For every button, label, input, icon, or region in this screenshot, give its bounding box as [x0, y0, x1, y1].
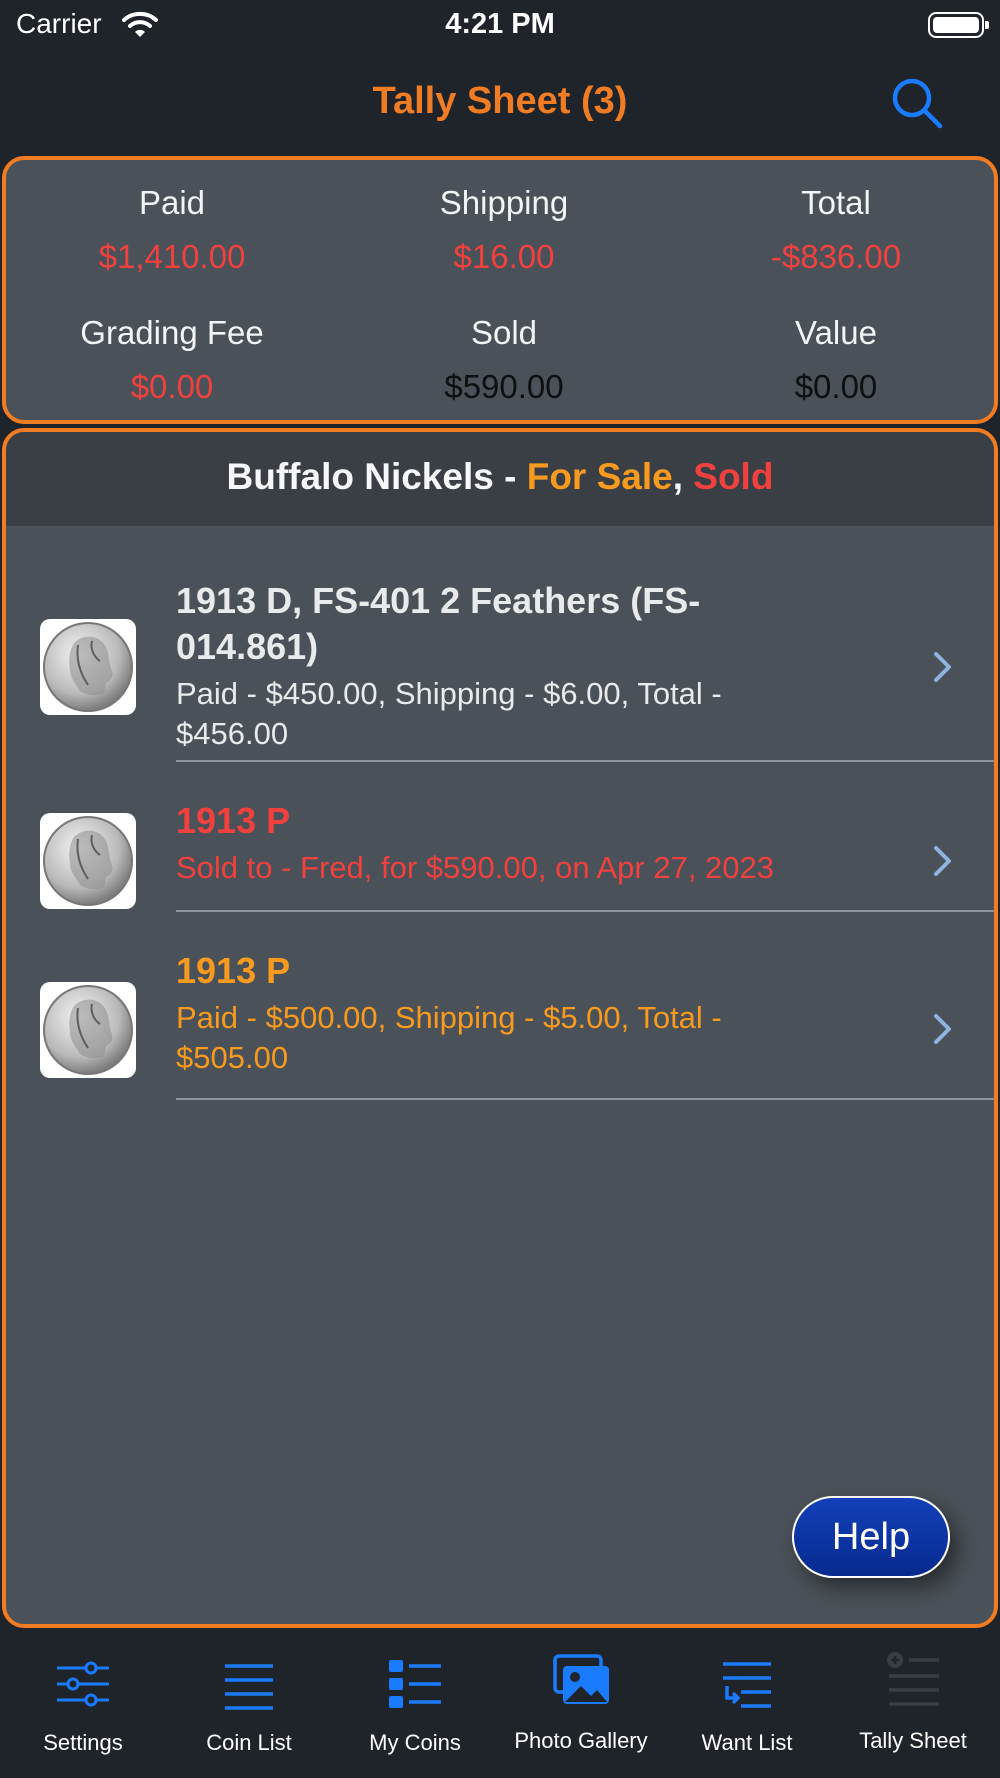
coin-list-panel: Buffalo Nickels - For Sale, Sold 1913 D,… [2, 428, 998, 1628]
list-item[interactable]: 1913 P Sold to - Fred, for $590.00, on A… [6, 762, 994, 912]
status-bar: Carrier 4:21 PM [0, 0, 1000, 52]
sold-label: Sold [470, 314, 538, 351]
tab-coin-list[interactable]: Coin List [166, 1630, 332, 1778]
shipping-label: Shipping [439, 184, 569, 221]
tab-want-list[interactable]: Want List [664, 1630, 830, 1778]
tab-label: Want List [701, 1730, 793, 1755]
sold-summary: Sold $590.00 [338, 314, 670, 406]
sold-value: $590.00 [444, 368, 564, 405]
for-sale-legend: For Sale [526, 456, 673, 497]
tab-settings[interactable]: Settings [0, 1630, 166, 1778]
total-value: -$836.00 [770, 238, 902, 275]
total-label: Total [801, 184, 871, 221]
coin-title: 1913 D, FS-401 2 Feathers (FS-014.861) [176, 580, 701, 667]
tab-photo-gallery[interactable]: Photo Gallery [498, 1630, 664, 1778]
list-item[interactable]: 1913 D, FS-401 2 Feathers (FS-014.861) P… [6, 526, 994, 762]
value-label: Value [795, 314, 877, 351]
tab-label: Tally Sheet [859, 1728, 967, 1753]
shipping-summary: Shipping $16.00 [338, 184, 670, 276]
want-list-icon [723, 1662, 771, 1708]
coin-detail: Paid - $500.00, Shipping - $5.00, Total … [176, 1000, 722, 1075]
photos-icon [553, 1654, 609, 1704]
section-header: Buffalo Nickels - For Sale, Sold [6, 432, 994, 526]
section-name: Buffalo Nickels [226, 456, 494, 497]
paid-summary: Paid $1,410.00 [6, 184, 338, 276]
grading-fee-value: $0.00 [130, 368, 214, 405]
value-summary: Value $0.00 [670, 314, 1000, 406]
tab-tally-sheet[interactable]: Tally Sheet [830, 1630, 996, 1778]
value-value: $0.00 [794, 368, 878, 405]
coin-thumbnail [40, 982, 136, 1078]
tab-label: Settings [43, 1730, 123, 1755]
grading-fee-label: Grading Fee [80, 314, 264, 351]
coin-thumbnail [40, 619, 136, 715]
chevron-right-icon [934, 652, 951, 682]
shipping-value: $16.00 [453, 238, 555, 275]
list-item[interactable]: 1913 P Paid - $500.00, Shipping - $5.00,… [6, 912, 994, 1100]
chevron-right-icon [934, 1014, 951, 1044]
row-text: 1913 P Sold to - Fred, for $590.00, on A… [176, 798, 896, 888]
tab-bar: Settings Coin List My Coins Photo Galler… [0, 1630, 1000, 1778]
list-icon [225, 1664, 273, 1710]
search-icon[interactable] [888, 74, 944, 130]
tab-label: Photo Gallery [514, 1728, 648, 1753]
chevron-right-icon [934, 846, 951, 876]
grid-list-icon [389, 1660, 441, 1708]
tab-my-coins[interactable]: My Coins [332, 1630, 498, 1778]
coin-detail: Sold to - Fred, for $590.00, on Apr 27, … [176, 850, 775, 885]
battery-icon [928, 12, 989, 38]
tally-summary: Paid $1,410.00 Shipping $16.00 Total -$8… [2, 156, 998, 424]
coin-title: 1913 P [176, 800, 291, 841]
page-title: Tally Sheet (3) [372, 80, 628, 122]
buffalo-nickel-icon [43, 622, 133, 712]
total-summary: Total -$836.00 [670, 184, 1000, 276]
buffalo-nickel-icon [43, 816, 133, 906]
paid-value: $1,410.00 [98, 238, 246, 275]
coin-title: 1913 P [176, 950, 291, 991]
tally-icon [887, 1652, 939, 1706]
sliders-icon [57, 1661, 109, 1707]
row-text: 1913 P Paid - $500.00, Shipping - $5.00,… [176, 948, 836, 1078]
status-time: 4:21 PM [445, 8, 555, 40]
coin-thumbnail [40, 813, 136, 909]
navigation-bar: Tally Sheet (3) [0, 52, 1000, 154]
section-comma: , [672, 456, 694, 497]
row-divider [176, 1098, 994, 1100]
section-dash: - [493, 456, 527, 497]
paid-label: Paid [138, 184, 206, 221]
buffalo-nickel-icon [43, 985, 133, 1075]
row-text: 1913 D, FS-401 2 Feathers (FS-014.861) P… [176, 578, 836, 754]
coin-detail: Paid - $450.00, Shipping - $6.00, Total … [176, 676, 722, 751]
tab-label: Coin List [206, 1730, 292, 1755]
grading-fee-summary: Grading Fee $0.00 [6, 314, 338, 406]
tab-label: My Coins [369, 1730, 461, 1755]
sold-legend: Sold [693, 456, 774, 497]
help-button[interactable]: Help [792, 1496, 950, 1578]
